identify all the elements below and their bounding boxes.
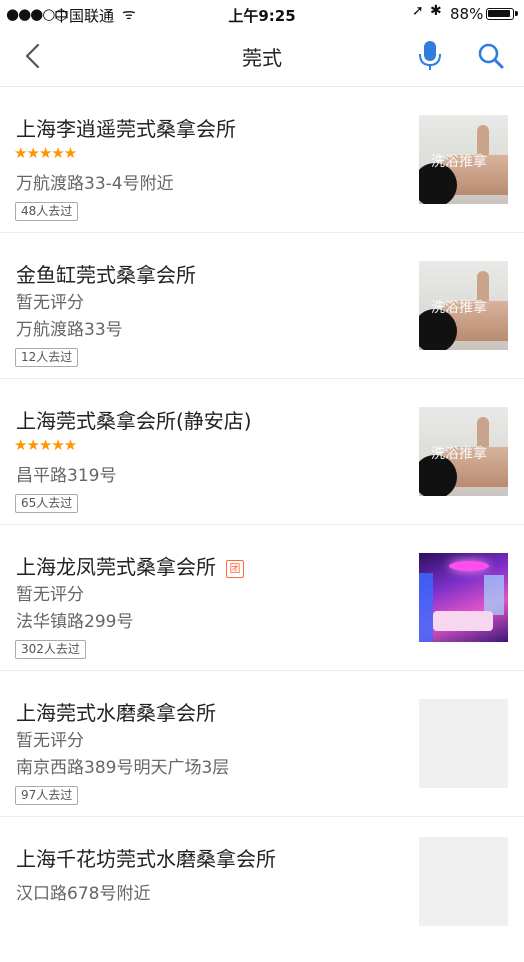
- venue-address: 昌平路319号: [16, 466, 117, 486]
- visit-count-badge: 97人去过: [15, 786, 79, 805]
- nav-bar: 莞式: [0, 28, 524, 87]
- microphone-icon: [419, 41, 441, 70]
- venue-name: 金鱼缸莞式桑拿会所: [16, 263, 196, 287]
- venue-name: 上海莞式水磨桑拿会所: [16, 701, 216, 725]
- venue-address: 汉口路678号附近: [16, 884, 151, 904]
- list-item[interactable]: 上海千花坊莞式水磨桑拿会所 汉口路678号附近: [0, 817, 524, 962]
- venue-address: 法华镇路299号: [16, 612, 134, 632]
- thumbnail-watermark: 洗浴推拿: [431, 446, 487, 462]
- venue-name: 上海千花坊莞式水磨桑拿会所: [16, 847, 276, 871]
- list-item[interactable]: 上海李逍遥莞式桑拿会所 ★★★★★ 万航渡路33-4号附近 48人去过 洗浴推拿: [0, 87, 524, 233]
- venue-name: 上海莞式桑拿会所(静安店): [16, 409, 252, 433]
- group-deal-badge: 团: [226, 560, 244, 578]
- thumbnail-watermark: 洗浴推拿: [431, 300, 487, 316]
- search-button[interactable]: [476, 41, 506, 71]
- bluetooth-icon: ✱: [430, 3, 442, 19]
- visit-count-badge: 302人去过: [15, 640, 86, 659]
- list-item[interactable]: 上海龙凤莞式桑拿会所团 暂无评分 法华镇路299号 302人去过: [0, 525, 524, 671]
- list-item[interactable]: 金鱼缸莞式桑拿会所 暂无评分 万航渡路33号 12人去过 洗浴推拿: [0, 233, 524, 379]
- star-rating: ★★★★★: [14, 144, 77, 162]
- venue-name: 上海李逍遥莞式桑拿会所: [16, 117, 236, 141]
- status-bar: ●●●○○ 中国联通 ᯤ 上午9:25 ➚ ✱ 88%: [0, 0, 524, 28]
- star-rating: ★★★★★: [14, 436, 77, 454]
- result-list: 上海李逍遥莞式桑拿会所 ★★★★★ 万航渡路33-4号附近 48人去过 洗浴推拿…: [0, 87, 524, 962]
- venue-address: 万航渡路33-4号附近: [16, 174, 174, 194]
- battery-icon: [486, 8, 518, 20]
- venue-thumbnail: 洗浴推拿: [419, 261, 508, 350]
- no-rating-label: 暂无评分: [16, 585, 84, 605]
- status-time: 上午9:25: [228, 7, 296, 25]
- visit-count-badge: 48人去过: [15, 202, 79, 221]
- search-icon: [478, 43, 504, 69]
- visit-count-badge: 65人去过: [15, 494, 79, 513]
- thumbnail-watermark: 洗浴推拿: [431, 154, 487, 170]
- venue-thumbnail-placeholder: [419, 837, 508, 926]
- venue-thumbnail-placeholder: [419, 699, 508, 788]
- page-title: 莞式: [242, 46, 282, 70]
- location-icon: ➚: [412, 3, 424, 19]
- venue-thumbnail: 洗浴推拿: [419, 115, 508, 204]
- venue-thumbnail: [419, 553, 508, 642]
- venue-name: 上海龙凤莞式桑拿会所: [16, 555, 216, 579]
- venue-address: 南京西路389号明天广场3层: [16, 758, 230, 778]
- venue-thumbnail: 洗浴推拿: [419, 407, 508, 496]
- battery-percent: 88%: [450, 5, 484, 23]
- venue-address: 万航渡路33号: [16, 320, 123, 340]
- voice-search-button[interactable]: [417, 40, 443, 72]
- visit-count-badge: 12人去过: [15, 348, 79, 367]
- no-rating-label: 暂无评分: [16, 293, 84, 313]
- list-item[interactable]: 上海莞式水磨桑拿会所 暂无评分 南京西路389号明天广场3层 97人去过: [0, 671, 524, 817]
- venue-name-row: 上海龙凤莞式桑拿会所团: [16, 551, 244, 580]
- no-rating-label: 暂无评分: [16, 731, 84, 751]
- list-item[interactable]: 上海莞式桑拿会所(静安店) ★★★★★ 昌平路319号 65人去过 洗浴推拿: [0, 379, 524, 525]
